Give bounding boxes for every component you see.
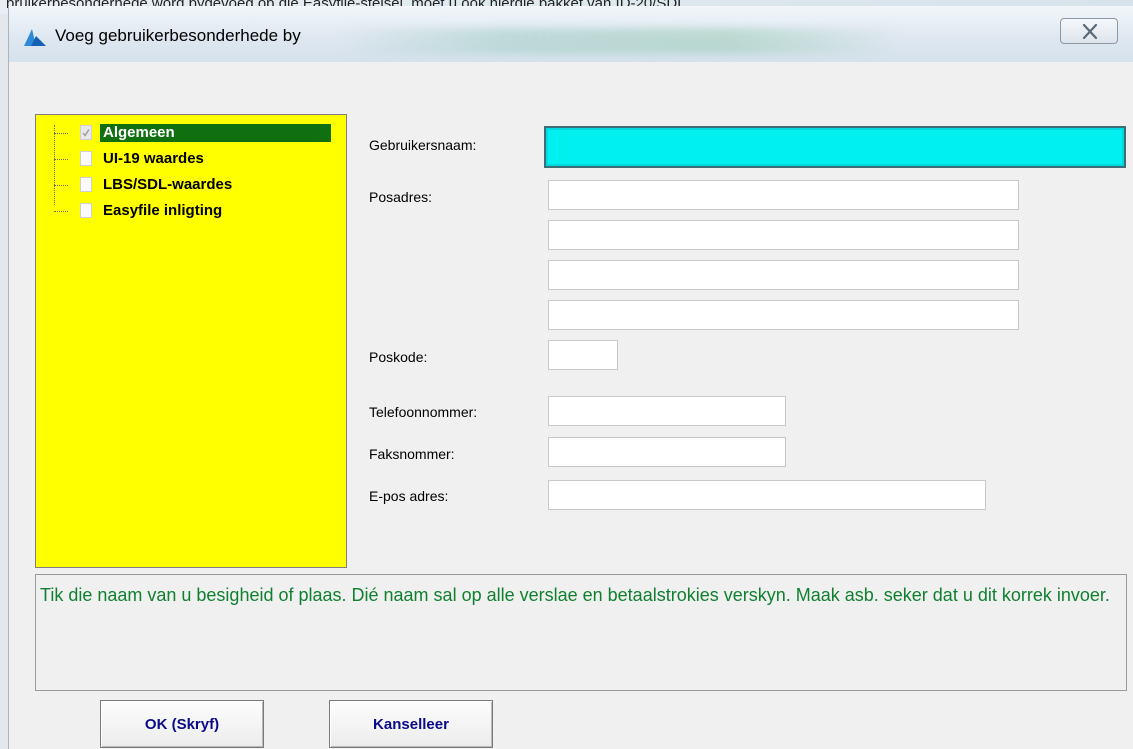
postal-address-line-4[interactable] xyxy=(548,300,1019,330)
tree-branch xyxy=(54,133,68,134)
add-user-details-dialog: Voeg gebruikerbesonderhede by Algemeen U… xyxy=(8,6,1133,749)
tree-branch xyxy=(54,159,68,160)
close-button[interactable] xyxy=(1060,18,1118,44)
postal-address-line-1[interactable] xyxy=(548,180,1019,210)
postcode-label: Poskode: xyxy=(369,349,428,365)
phone-label: Telefoonnommer: xyxy=(369,404,478,420)
page-checked-icon xyxy=(80,125,92,140)
app-logo-icon xyxy=(24,29,46,46)
help-text-box: Tik die naam van u besigheid of plaas. D… xyxy=(35,574,1127,691)
page-icon xyxy=(80,151,92,166)
tree-branch xyxy=(54,211,68,212)
username-label: Gebruikersnaam: xyxy=(369,137,477,153)
postal-address-label: Posadres: xyxy=(369,189,433,205)
tree-item-easyfile-inligting[interactable]: Easyfile inligting xyxy=(54,201,344,221)
title-bar-glow xyxy=(339,28,899,54)
ok-write-button[interactable]: OK (Skryf) xyxy=(100,700,264,748)
tree-item-ui19-waardes[interactable]: UI-19 waardes xyxy=(54,149,344,169)
tree-item-label: Easyfile inligting xyxy=(103,202,223,219)
tree-branch xyxy=(54,185,68,186)
page-icon xyxy=(80,177,92,192)
tree-item-algemeen[interactable]: Algemeen xyxy=(54,123,344,143)
tree-item-label: Algemeen xyxy=(100,124,331,142)
phone-field[interactable] xyxy=(548,396,786,426)
postal-address-line-2[interactable] xyxy=(548,220,1019,250)
fax-field[interactable] xyxy=(548,437,786,467)
email-field[interactable] xyxy=(548,480,986,510)
tree-item-label: LBS/SDL-waardes xyxy=(103,176,233,193)
fax-label: Faksnommer: xyxy=(369,446,455,462)
postal-address-line-3[interactable] xyxy=(548,260,1019,290)
close-icon xyxy=(1082,24,1098,39)
help-text: Tik die naam van u besigheid of plaas. D… xyxy=(40,585,1110,605)
title-bar[interactable]: Voeg gebruikerbesonderhede by xyxy=(9,6,1133,62)
username-field[interactable] xyxy=(544,126,1126,168)
tree-item-lbs-sdl-waardes[interactable]: LBS/SDL-waardes xyxy=(54,175,344,195)
background-app-edge xyxy=(0,14,8,749)
postcode-field[interactable] xyxy=(548,340,618,370)
email-label: E-pos adres: xyxy=(369,488,449,504)
cancel-button[interactable]: Kanselleer xyxy=(329,700,493,748)
page-icon xyxy=(80,203,92,218)
window-title: Voeg gebruikerbesonderhede by xyxy=(55,26,301,45)
section-tree[interactable]: Algemeen UI-19 waardes LBS/SDL-waardes E… xyxy=(35,114,347,568)
tree-item-label: UI-19 waardes xyxy=(103,150,204,167)
